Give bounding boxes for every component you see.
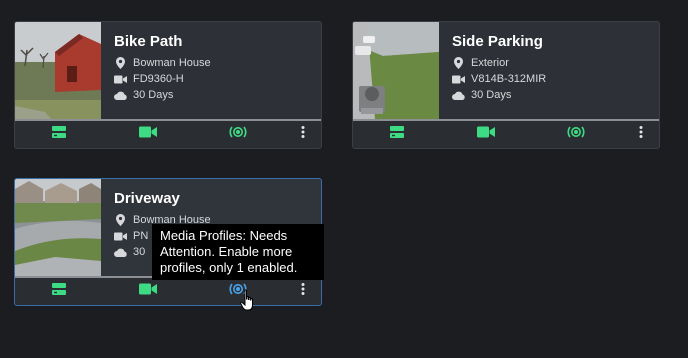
video-camera-icon bbox=[452, 75, 465, 84]
camera-thumbnail[interactable] bbox=[15, 179, 101, 276]
map-pin-icon bbox=[114, 214, 127, 226]
cloud-icon bbox=[452, 91, 465, 100]
storage-icon bbox=[390, 125, 404, 143]
kebab-menu-icon bbox=[301, 125, 305, 143]
camera-retention: 30 Days bbox=[452, 87, 655, 103]
camera-model: FD9360-H bbox=[114, 71, 317, 87]
camera-card-bike-path[interactable]: Bike Path Bowman House FD9360-H 30 Days bbox=[14, 21, 322, 149]
live-view-button[interactable] bbox=[477, 125, 495, 143]
more-options-button[interactable] bbox=[299, 125, 307, 143]
camera-model: V814B-312MIR bbox=[452, 71, 655, 87]
broadcast-icon bbox=[229, 125, 247, 144]
media-profiles-button[interactable] bbox=[228, 125, 248, 144]
camera-name: Side Parking bbox=[452, 33, 543, 50]
camera-toolbar bbox=[15, 119, 321, 148]
cloud-icon bbox=[114, 91, 127, 100]
camera-thumbnail[interactable] bbox=[15, 22, 101, 119]
camera-name: Driveway bbox=[114, 190, 180, 207]
video-icon bbox=[139, 125, 157, 143]
video-camera-icon bbox=[114, 232, 127, 241]
camera-retention: 30 Days bbox=[114, 87, 317, 103]
kebab-menu-icon bbox=[301, 282, 305, 300]
map-pin-icon bbox=[452, 57, 465, 69]
broadcast-icon bbox=[567, 125, 585, 144]
live-view-button[interactable] bbox=[139, 125, 157, 143]
video-icon bbox=[139, 282, 157, 300]
video-camera-icon bbox=[114, 75, 127, 84]
storage-icon bbox=[52, 282, 66, 300]
camera-toolbar bbox=[353, 119, 659, 148]
cloud-icon bbox=[114, 248, 127, 257]
media-profiles-button[interactable] bbox=[566, 125, 586, 144]
hand-pointer-cursor-icon bbox=[240, 289, 256, 318]
storage-button[interactable] bbox=[51, 125, 67, 143]
camera-name: Bike Path bbox=[114, 33, 183, 50]
map-pin-icon bbox=[114, 57, 127, 69]
more-options-button[interactable] bbox=[637, 125, 645, 143]
more-options-button[interactable] bbox=[299, 282, 307, 300]
media-profiles-tooltip: Media Profiles: Needs Attention. Enable … bbox=[152, 224, 324, 280]
camera-location: Exterior bbox=[452, 55, 655, 71]
camera-toolbar bbox=[15, 276, 321, 305]
kebab-menu-icon bbox=[639, 125, 643, 143]
storage-icon bbox=[52, 125, 66, 143]
camera-thumbnail[interactable] bbox=[353, 22, 439, 119]
video-icon bbox=[477, 125, 495, 143]
camera-card-side-parking[interactable]: Side Parking Exterior V814B-312MIR 30 Da… bbox=[352, 21, 660, 149]
live-view-button[interactable] bbox=[139, 282, 157, 300]
camera-location: Bowman House bbox=[114, 55, 317, 71]
storage-button[interactable] bbox=[51, 282, 67, 300]
storage-button[interactable] bbox=[389, 125, 405, 143]
